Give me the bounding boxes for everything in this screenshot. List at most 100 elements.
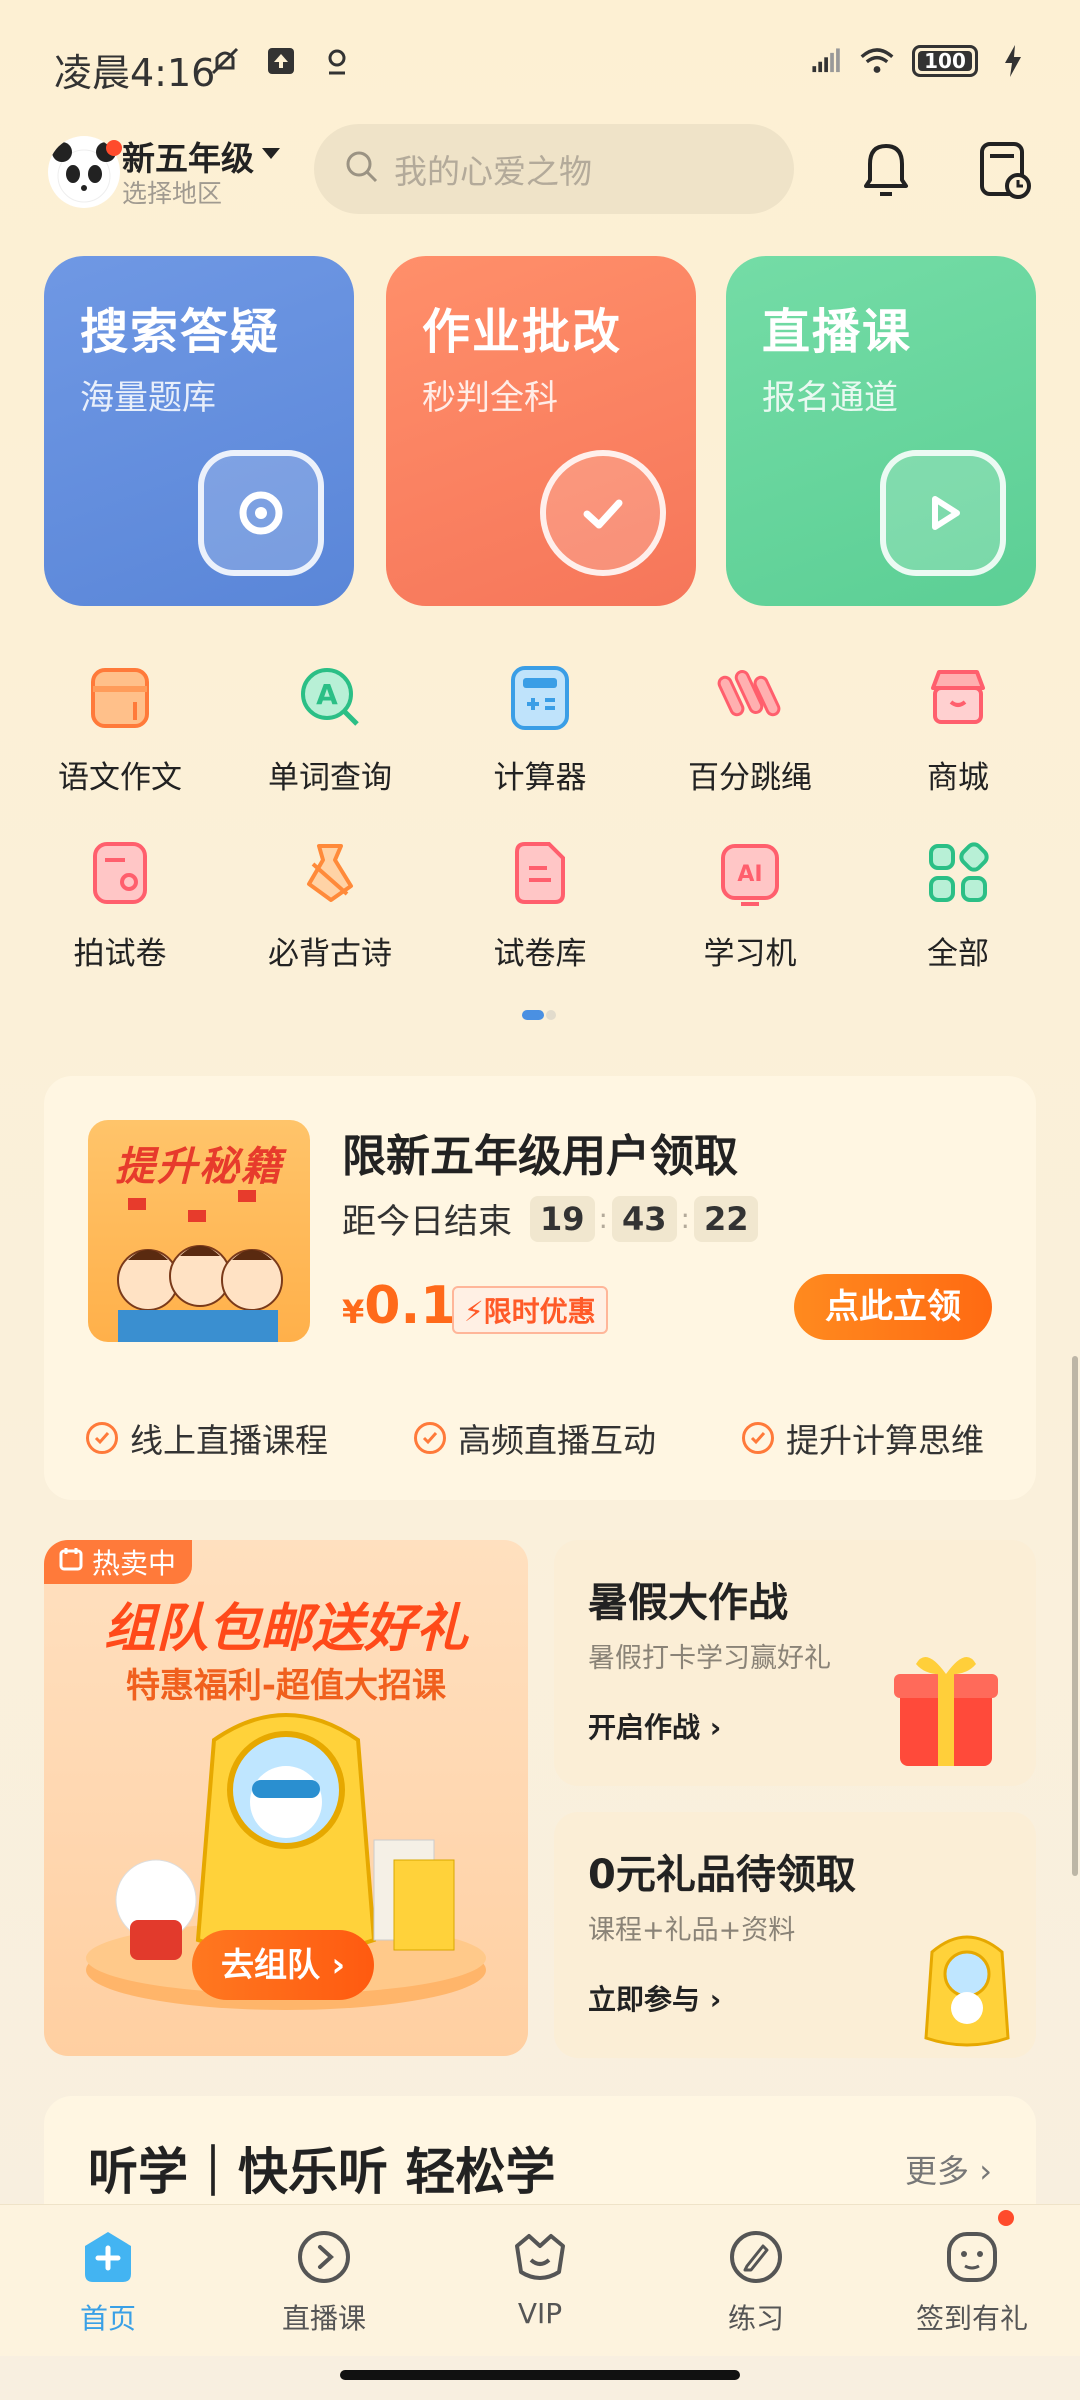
tool-scan-paper[interactable]: 拍试卷 <box>30 836 210 996</box>
currency-symbol: ¥ <box>342 1293 365 1331</box>
tool-label: 单词查询 <box>268 760 392 796</box>
feature-item: 高频直播互动 <box>414 1414 656 1462</box>
tool-jump-rope[interactable]: 百分跳绳 <box>660 660 840 820</box>
tool-label: 语文作文 <box>58 760 182 796</box>
gift-box-icon <box>894 1656 998 1766</box>
countdown-separator: : <box>680 1202 690 1235</box>
nav-practice[interactable]: 练习 <box>676 2227 836 2337</box>
start-challenge-link[interactable]: 开启作战 › <box>588 1706 721 1746</box>
bell-icon[interactable] <box>856 136 916 202</box>
live-play-icon <box>294 2227 354 2287</box>
mini-backpack-icon <box>924 1935 1010 2047</box>
status-bar: 凌晨4:16 100 <box>0 0 1080 130</box>
summer-challenge-card[interactable]: 暑假大作战 暑假打卡学习赢好礼 开启作战 › <box>554 1540 1036 1786</box>
caret-down-icon[interactable] <box>262 148 280 159</box>
region-selector[interactable]: 选择地区 <box>122 174 222 210</box>
tool-study-machine[interactable]: AI 学习机 <box>660 836 840 996</box>
home-indicator[interactable] <box>340 2370 740 2380</box>
play-icon <box>880 450 1006 576</box>
tool-store[interactable]: 商城 <box>868 660 1048 820</box>
card-title: 搜索答疑 <box>80 304 281 360</box>
paper-library-icon <box>503 836 577 910</box>
countdown-minutes: 43 <box>611 1195 677 1242</box>
card-title: 作业批改 <box>422 304 623 360</box>
countdown-hours: 19 <box>530 1195 595 1242</box>
team-up-button[interactable]: 去组队 › <box>192 1930 374 2000</box>
grade-selector[interactable]: 新五年级 <box>122 132 254 180</box>
bottom-nav: 首页 直播课 VIP 练习 签到有礼 <box>0 2204 1080 2356</box>
tool-label: 计算器 <box>493 760 587 796</box>
countdown-separator: : <box>598 1202 608 1235</box>
battery-icon: 100 <box>912 45 978 77</box>
listen-learn-section: 听学｜快乐听 轻松学 更多 › <box>44 2096 1036 2216</box>
lightning-icon: ⚡ <box>464 1295 484 1328</box>
feature-label: 提升计算思维 <box>786 1421 984 1460</box>
tool-label: 百分跳绳 <box>688 760 812 796</box>
home-icon <box>78 2227 138 2287</box>
tool-all[interactable]: 全部 <box>868 836 1048 996</box>
tool-label: 商城 <box>927 760 989 796</box>
status-icons-left <box>208 44 354 78</box>
free-gift-card[interactable]: 0元礼品待领取 课程+礼品+资料 立即参与 › <box>554 1812 1036 2058</box>
search-input[interactable]: 我的心爱之物 <box>314 124 794 214</box>
nav-vip[interactable]: VIP <box>460 2227 620 2330</box>
tool-word-lookup[interactable]: A 单词查询 <box>240 660 420 820</box>
wifi-icon <box>860 44 894 78</box>
feature-label: 高频直播互动 <box>458 1421 656 1460</box>
notification-dot <box>106 140 122 156</box>
notebook-icon <box>83 660 157 734</box>
promo-title: 限新五年级用户领取 <box>342 1131 738 1182</box>
claim-button[interactable]: 点此立领 <box>794 1274 992 1340</box>
nav-home[interactable]: 首页 <box>28 2227 188 2337</box>
nav-live-class[interactable]: 直播课 <box>244 2227 404 2337</box>
nav-label: 首页 <box>79 2302 136 2335</box>
price-value: 0.1 <box>364 1276 457 1336</box>
search-placeholder: 我的心爱之物 <box>394 152 592 191</box>
countdown-label: 距今日结束 <box>342 1202 512 1242</box>
practice-icon <box>726 2227 786 2287</box>
nav-checkin[interactable]: 签到有礼 <box>892 2227 1052 2337</box>
camera-icon <box>198 450 324 576</box>
vip-icon <box>510 2227 570 2287</box>
page-indicator <box>522 1010 558 1020</box>
svg-text:AI: AI <box>737 862 762 887</box>
search-answer-card[interactable]: 搜索答疑 海量题库 <box>44 256 354 606</box>
scrollbar[interactable] <box>1072 1356 1078 1876</box>
poetry-icon <box>293 836 367 910</box>
live-class-card[interactable]: 直播课 报名通道 <box>726 256 1036 606</box>
search-icon <box>344 149 380 189</box>
feature-item: 线上直播课程 <box>86 1414 328 1462</box>
team-up-banner[interactable]: 热卖中 组队包邮送好礼 特惠福利-超值大招课 去组队 › <box>44 1540 528 2056</box>
nav-label: 签到有礼 <box>915 2302 1028 2335</box>
homework-check-card[interactable]: 作业批改 秒判全科 <box>386 256 696 606</box>
signal-icon <box>808 44 842 78</box>
promo-card[interactable]: 提升秘籍 限新五年级用户领取 距今日结束 19 : 43 : 22 ¥0.1 ⚡… <box>44 1076 1036 1500</box>
tool-chinese-essay[interactable]: 语文作文 <box>30 660 210 820</box>
location-icon <box>320 44 354 78</box>
join-now-link[interactable]: 立即参与 › <box>588 1978 721 2018</box>
tool-label: 拍试卷 <box>73 936 167 972</box>
card-subtitle: 秒判全科 <box>422 378 558 418</box>
more-link[interactable]: 更多 › <box>905 2146 992 2192</box>
header: 新五年级 选择地区 我的心爱之物 <box>0 120 1080 220</box>
tool-ancient-poetry[interactable]: 必背古诗 <box>240 836 420 996</box>
scan-paper-icon <box>83 836 157 910</box>
tool-calculator[interactable]: 计算器 <box>450 660 630 820</box>
svg-text:A: A <box>316 678 338 711</box>
check-icon <box>540 450 666 576</box>
tool-paper-library[interactable]: 试卷库 <box>450 836 630 996</box>
side-card-title: 暑假大作战 <box>588 1580 788 1626</box>
deal-label: 限时优惠 <box>483 1295 596 1328</box>
check-circle-icon <box>86 1422 118 1454</box>
history-icon[interactable] <box>974 136 1034 202</box>
feature-item: 提升计算思维 <box>742 1414 984 1462</box>
checkin-icon <box>942 2227 1002 2287</box>
battery-level: 100 <box>924 49 966 73</box>
word-search-icon: A <box>293 660 367 734</box>
mute-icon <box>208 44 242 78</box>
tool-label: 试卷库 <box>493 936 587 972</box>
countdown-seconds: 22 <box>693 1195 759 1242</box>
limited-deal-badge: ⚡限时优惠 <box>452 1286 608 1334</box>
checkin-notification-dot <box>998 2210 1014 2226</box>
grid-icon <box>921 836 995 910</box>
